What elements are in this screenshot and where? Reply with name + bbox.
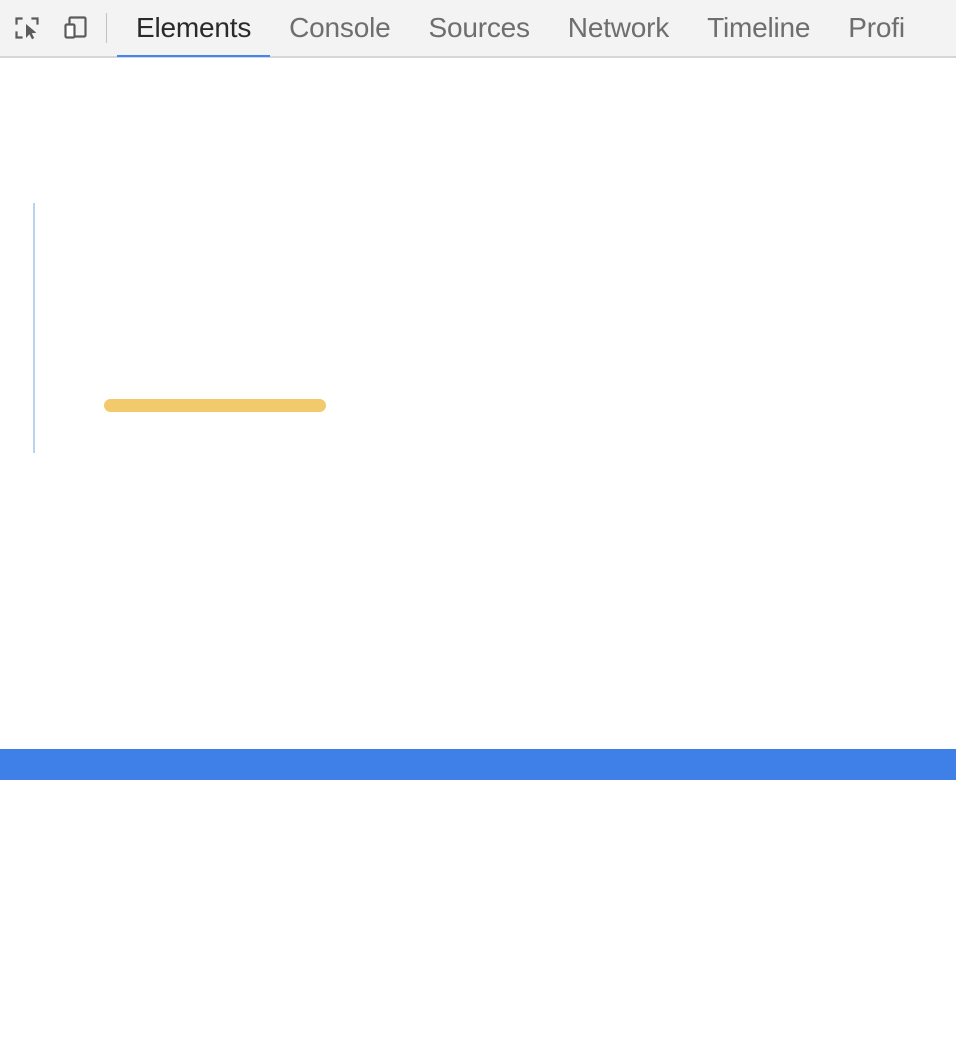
- toolbar-icon-group: [0, 11, 92, 45]
- dom-row-head[interactable]: <head>…</head>: [0, 594, 956, 625]
- tab-elements-label: Elements: [136, 12, 252, 43]
- dom-tree-panel[interactable]: <!DOCTYPE html> <html> <head>…</head> ··…: [0, 58, 956, 1040]
- tab-elements[interactable]: Elements: [117, 0, 271, 57]
- tab-network-label: Network: [567, 12, 670, 43]
- tab-profiles[interactable]: Profi: [829, 0, 924, 57]
- tab-sources[interactable]: Sources: [409, 0, 548, 57]
- dom-row-input[interactable]: <input type="text" id="myInput">: [0, 904, 956, 935]
- highlight-annotation-bar: [104, 399, 326, 412]
- dom-row-html-open[interactable]: <html>: [0, 439, 956, 470]
- tab-console-label: Console: [289, 12, 391, 43]
- tab-profiles-label: Profi: [848, 12, 905, 43]
- devtools-toolbar: Elements Console Sources Network Timelin…: [0, 0, 956, 58]
- inspect-cursor-icon[interactable]: [10, 11, 44, 45]
- tab-timeline[interactable]: Timeline: [688, 0, 829, 57]
- toolbar-separator: [106, 13, 107, 43]
- tab-timeline-label: Timeline: [707, 12, 811, 43]
- tab-console[interactable]: Console: [270, 0, 409, 57]
- tab-network[interactable]: Network: [549, 0, 688, 57]
- indent-guide: [33, 203, 35, 453]
- tab-sources-label: Sources: [428, 12, 530, 43]
- devtools-tab-strip: Elements Console Sources Network Timelin…: [117, 0, 924, 57]
- dom-row-body-selected[interactable]: ··<body> == $0: [0, 749, 956, 780]
- device-toolbar-icon[interactable]: [58, 11, 92, 45]
- dom-row-doctype[interactable]: <!DOCTYPE html>: [0, 284, 956, 315]
